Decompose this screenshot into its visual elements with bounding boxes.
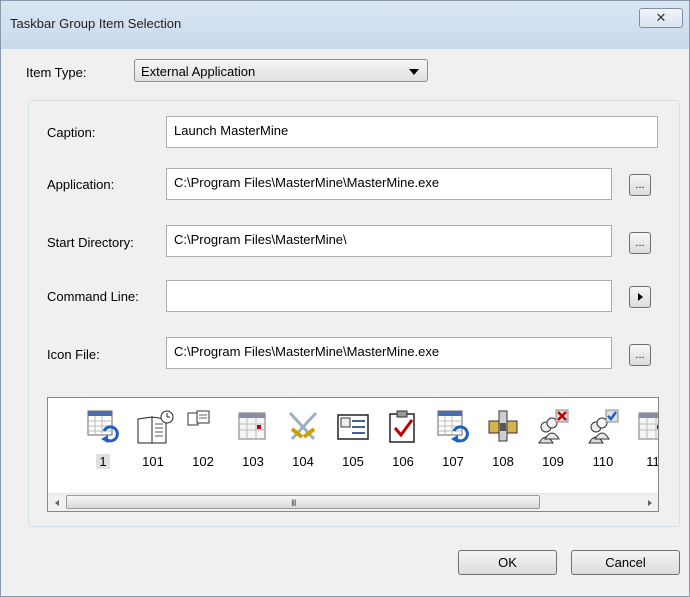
caption-label: Caption: bbox=[47, 125, 96, 140]
chevron-down-icon bbox=[409, 69, 419, 75]
application-value: C:\Program Files\MasterMine\MasterMine.e… bbox=[174, 175, 440, 190]
scroll-right-button[interactable] bbox=[641, 494, 658, 511]
joystick-icon bbox=[486, 409, 520, 445]
window-title: Taskbar Group Item Selection bbox=[10, 16, 182, 31]
caption-field[interactable]: Launch MasterMine bbox=[166, 116, 658, 148]
icon-file-label: Icon File: bbox=[47, 347, 100, 362]
icon-number: 106 bbox=[392, 454, 414, 469]
icon-choice-104[interactable]: 104 bbox=[278, 398, 328, 478]
icon-number: 109 bbox=[542, 454, 564, 469]
calendar-icon bbox=[636, 409, 658, 445]
command-line-menu-button[interactable] bbox=[629, 286, 651, 308]
icon-number: 11 bbox=[646, 454, 659, 469]
caption-value: Launch MasterMine bbox=[174, 123, 289, 138]
icon-choice-101[interactable]: 101 bbox=[128, 398, 178, 478]
dialog-window: Taskbar Group Item Selection ✕ Item Type… bbox=[0, 0, 690, 597]
scrollbar-grip: III bbox=[291, 498, 296, 508]
arrow-left-icon bbox=[54, 499, 59, 506]
small-document-icon bbox=[186, 409, 220, 445]
book-clock-icon bbox=[136, 409, 174, 445]
scroll-left-button[interactable] bbox=[48, 494, 65, 511]
application-browse-button[interactable]: ... bbox=[629, 174, 651, 196]
icon-choice-102[interactable]: 102 bbox=[178, 398, 228, 478]
scrollbar-thumb[interactable]: III bbox=[66, 495, 540, 509]
item-type-dropdown[interactable]: External Application bbox=[134, 59, 428, 82]
icon-number: 107 bbox=[442, 454, 464, 469]
users-check-icon bbox=[586, 409, 620, 445]
icon-choice-109[interactable]: 109 bbox=[528, 398, 578, 478]
calendar-icon bbox=[236, 409, 270, 445]
icon-choice-106[interactable]: 106 bbox=[378, 398, 428, 478]
start-directory-value: C:\Program Files\MasterMine\ bbox=[174, 232, 347, 247]
icon-choice-108[interactable]: 108 bbox=[478, 398, 528, 478]
command-line-field[interactable] bbox=[166, 280, 612, 312]
start-directory-browse-button[interactable]: ... bbox=[629, 232, 651, 254]
close-icon: ✕ bbox=[655, 10, 667, 25]
icon-list[interactable]: 1 101 102 103 104 105 106 107 108 109 110 11 III bbox=[47, 397, 659, 512]
item-type-label: Item Type: bbox=[26, 65, 87, 80]
icon-choice-11[interactable]: 11 bbox=[628, 398, 659, 478]
command-line-label: Command Line: bbox=[47, 289, 139, 304]
start-directory-label: Start Directory: bbox=[47, 235, 134, 250]
icon-choice-110[interactable]: 110 bbox=[578, 398, 628, 478]
arrow-right-icon bbox=[647, 499, 652, 506]
arrow-right-icon bbox=[637, 293, 643, 301]
application-label: Application: bbox=[47, 177, 115, 192]
icon-number: 105 bbox=[342, 454, 364, 469]
ok-button[interactable]: OK bbox=[458, 550, 557, 575]
icon-choice-107[interactable]: 107 bbox=[428, 398, 478, 478]
crossed-swords-icon bbox=[286, 409, 320, 445]
icon-file-field[interactable]: C:\Program Files\MasterMine\MasterMine.e… bbox=[166, 337, 612, 369]
icon-number: 102 bbox=[192, 454, 214, 469]
icon-file-value: C:\Program Files\MasterMine\MasterMine.e… bbox=[174, 344, 440, 359]
icon-choice-1[interactable]: 1 bbox=[78, 398, 128, 478]
close-button[interactable]: ✕ bbox=[639, 8, 683, 28]
icon-number: 101 bbox=[142, 454, 164, 469]
cancel-button[interactable]: Cancel bbox=[571, 550, 680, 575]
start-directory-field[interactable]: C:\Program Files\MasterMine\ bbox=[166, 225, 612, 257]
icon-number: 104 bbox=[292, 454, 314, 469]
card-list-icon bbox=[336, 409, 370, 445]
application-field[interactable]: C:\Program Files\MasterMine\MasterMine.e… bbox=[166, 168, 612, 200]
title-bar[interactable]: Taskbar Group Item Selection ✕ bbox=[1, 1, 689, 49]
horizontal-scrollbar[interactable]: III bbox=[48, 493, 658, 511]
icon-choice-105[interactable]: 105 bbox=[328, 398, 378, 478]
calendar-refresh-icon bbox=[86, 409, 120, 445]
clipboard-check-icon bbox=[386, 409, 420, 445]
icon-number: 1 bbox=[78, 454, 128, 469]
icon-number: 108 bbox=[492, 454, 514, 469]
item-type-value: External Application bbox=[141, 64, 256, 79]
icon-choice-103[interactable]: 103 bbox=[228, 398, 278, 478]
icon-number: 103 bbox=[242, 454, 264, 469]
icon-number: 110 bbox=[592, 454, 614, 469]
icon-file-browse-button[interactable]: ... bbox=[629, 344, 651, 366]
users-remove-icon bbox=[536, 409, 570, 445]
calendar-refresh-icon bbox=[436, 409, 470, 445]
